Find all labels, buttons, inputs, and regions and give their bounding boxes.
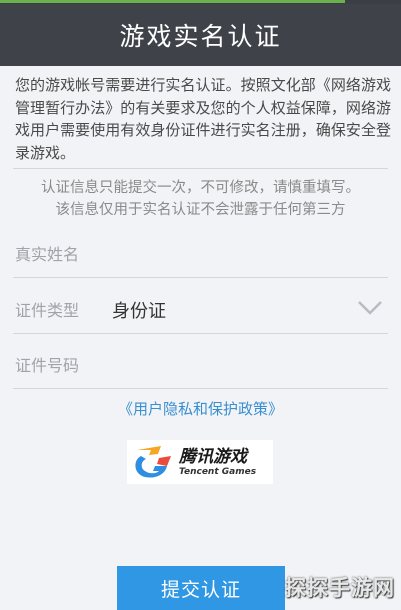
logo-text-en: Tencent Games bbox=[179, 466, 257, 477]
warning-line-1: 认证信息只能提交一次，不可修改，请慎重填写。 bbox=[41, 180, 360, 196]
submit-button[interactable]: 提交认证 bbox=[117, 566, 285, 610]
id-number-underline bbox=[13, 388, 388, 389]
id-number-field[interactable]: 证件号码 bbox=[15, 352, 79, 376]
warning-text: 认证信息只能提交一次，不可修改，请慎重填写。 该信息仅用于实名认证不会泄露于任何… bbox=[0, 177, 401, 221]
name-field-underline bbox=[13, 277, 388, 278]
privacy-policy-link[interactable]: 《用户隐私和保护政策》 bbox=[0, 398, 401, 419]
id-type-select[interactable]: 身份证 bbox=[112, 297, 166, 323]
name-field[interactable]: 真实姓名 bbox=[15, 241, 79, 265]
notice-text: 您的游戏帐号需要进行实名认证。按照文化部《网络游戏管理暂行办法》的有关要求及您的… bbox=[15, 76, 391, 162]
logo-text-cn: 腾讯游戏 bbox=[179, 446, 247, 467]
id-type-underline bbox=[13, 333, 388, 334]
id-type-label: 证件类型 bbox=[15, 301, 80, 320]
tencent-games-icon bbox=[135, 446, 171, 478]
loading-progress bbox=[0, 0, 345, 3]
watermark: 探探手游网 bbox=[285, 576, 395, 600]
divider bbox=[13, 168, 388, 169]
chevron-down-icon[interactable] bbox=[355, 297, 385, 319]
tencent-games-logo: 腾讯游戏 Tencent Games bbox=[127, 440, 273, 484]
header: 游戏实名认证 bbox=[0, 4, 401, 66]
warning-line-2: 该信息仅用于实名认证不会泄露于任何第三方 bbox=[55, 202, 346, 218]
page-title: 游戏实名认证 bbox=[119, 22, 282, 51]
